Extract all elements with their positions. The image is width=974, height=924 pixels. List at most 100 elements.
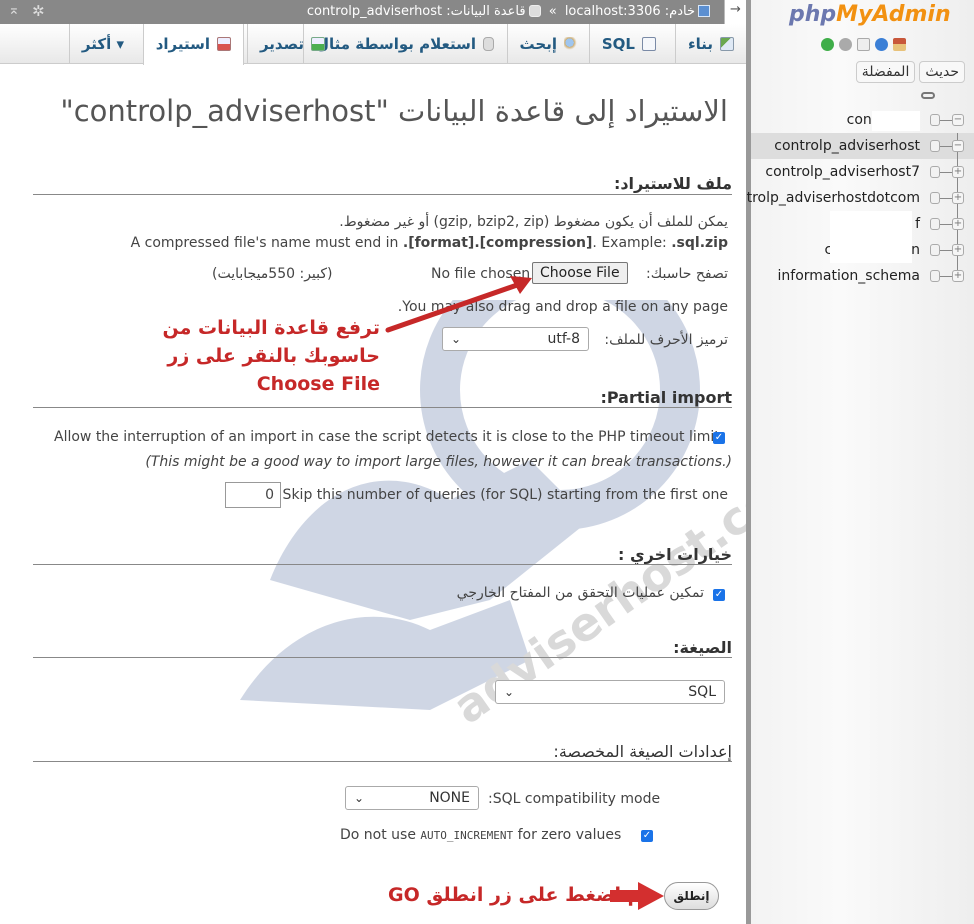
auto-increment-code: AUTO_INCREMENT bbox=[420, 829, 514, 842]
tree-item-database[interactable]: controlp_gh n + bbox=[751, 237, 974, 263]
annotation-arrow-head bbox=[638, 882, 664, 910]
tree-item-database[interactable]: controlp_adviserhost − bbox=[751, 133, 974, 159]
expand-icon[interactable]: + bbox=[952, 270, 964, 282]
tab-more[interactable]: ▾ أكثر bbox=[68, 24, 136, 64]
tab-import[interactable]: استيراد bbox=[142, 24, 244, 65]
tab-structure[interactable]: بناء bbox=[674, 24, 746, 64]
auto-increment-text: for zero values bbox=[513, 827, 622, 843]
sidebar-buttons: حديث المفضلة bbox=[855, 61, 965, 83]
annotation-arrow-line bbox=[385, 281, 523, 333]
tree-item-database[interactable]: controlp_adviserhost7 + bbox=[751, 159, 974, 185]
database-icon bbox=[528, 5, 541, 17]
auto-increment-label: Do not use AUTO_INCREMENT for zero value… bbox=[340, 827, 621, 843]
divider bbox=[33, 407, 732, 408]
documentation-icon[interactable] bbox=[857, 38, 870, 51]
choose-file-button[interactable]: Choose File bbox=[532, 262, 628, 284]
main-panel: ⌅ ✲ خادم: localhost:3306 » قاعدة البيانا… bbox=[0, 0, 746, 924]
tree-item-database[interactable]: information_schema + bbox=[751, 263, 974, 289]
filename-note-format: .[format].[compression] bbox=[402, 235, 593, 251]
structure-icon bbox=[720, 37, 734, 51]
tree-connector bbox=[940, 198, 952, 199]
tab-label: ▾ أكثر bbox=[81, 35, 124, 53]
filename-note-text: . Example: bbox=[592, 235, 672, 251]
go-button[interactable]: إنطلق bbox=[664, 882, 719, 910]
link-icon[interactable] bbox=[921, 92, 935, 99]
database-name[interactable]: controlp_adviserhost bbox=[774, 133, 920, 159]
collapse-icon[interactable]: − bbox=[952, 140, 964, 152]
help-icon[interactable] bbox=[875, 38, 888, 51]
compress-note: يمكن للملف أن يكون مضغوط (gzip, bzip2, z… bbox=[339, 214, 728, 230]
filename-note-example: .sql.zip bbox=[671, 235, 728, 251]
tree-connector bbox=[940, 276, 952, 277]
annotation-choose-file: ترفع قاعدة البيانات من حاسوبك بالنقر على… bbox=[163, 314, 380, 398]
import-icon bbox=[217, 37, 231, 51]
redacted-area bbox=[830, 237, 912, 263]
charset-value: utf-8 bbox=[547, 331, 580, 347]
tab-export[interactable]: تصدير bbox=[246, 24, 337, 64]
collapse-icon[interactable]: − bbox=[952, 114, 964, 126]
phpmyadmin-logo[interactable]: phpMyAdmin bbox=[789, 2, 951, 27]
compat-mode-select[interactable]: NONE ⌄ bbox=[345, 786, 479, 810]
expand-icon[interactable]: + bbox=[952, 166, 964, 178]
expand-icon[interactable]: + bbox=[952, 192, 964, 204]
filename-note: A compressed file's name must end in .[f… bbox=[131, 235, 728, 251]
home-icon[interactable] bbox=[893, 38, 906, 51]
logo-myadmin: MyAdmin bbox=[836, 2, 951, 27]
skip-queries-input[interactable]: 0 bbox=[225, 482, 281, 508]
recent-button[interactable]: حديث bbox=[919, 61, 965, 83]
tree-item-database[interactable]: controlp_4 − bbox=[751, 107, 974, 133]
favorites-button[interactable]: المفضلة bbox=[855, 61, 916, 83]
database-tree: controlp_4 − controlp_adviserhost − cont… bbox=[747, 107, 974, 289]
gear-icon[interactable]: ✲ bbox=[32, 2, 45, 20]
tab-sql[interactable]: SQL bbox=[588, 24, 668, 64]
tab-search[interactable]: إبحث bbox=[506, 24, 590, 64]
database-name[interactable]: trolp_adviserhostdotcom bbox=[747, 185, 920, 211]
other-options-title: خيارات اخري : bbox=[617, 545, 732, 564]
compat-mode-label: :SQL compatibility mode bbox=[488, 791, 661, 807]
refresh-icon[interactable] bbox=[821, 38, 834, 51]
tree-item-database[interactable]: trolp_adviserhostdotcom + bbox=[747, 185, 974, 211]
divider bbox=[33, 657, 732, 658]
tree-connector bbox=[940, 250, 952, 251]
tab-label: إبحث bbox=[519, 35, 557, 53]
breadcrumb-server[interactable]: خادم: localhost:3306 bbox=[565, 4, 695, 19]
annotation-arrow-line bbox=[610, 890, 642, 902]
format-title: الصيغة: bbox=[673, 638, 732, 657]
fk-checks-label: تمكين عمليات التحقق من المفتاح الخارجي bbox=[456, 585, 704, 601]
search-icon bbox=[564, 37, 578, 51]
breadcrumb-database[interactable]: قاعدة البيانات: controlp_adviserhost bbox=[307, 4, 526, 19]
expand-icon[interactable]: + bbox=[952, 244, 964, 256]
redacted-area bbox=[872, 111, 920, 131]
fk-checks-checkbox[interactable]: ✓ bbox=[713, 589, 725, 601]
database-name[interactable]: information_schema bbox=[778, 263, 921, 289]
charset-label: ترميز الأحرف للملف: bbox=[604, 332, 728, 348]
quick-icons bbox=[821, 38, 906, 51]
tab-bar: بناء SQL إبحث استعلام بواسطة مثال تصدير … bbox=[0, 24, 746, 65]
redacted-area bbox=[830, 211, 912, 237]
tree-connector bbox=[940, 224, 952, 225]
query-icon bbox=[483, 37, 494, 51]
format-value: SQL bbox=[688, 684, 716, 700]
allow-interrupt-checkbox[interactable]: ✓ bbox=[713, 432, 725, 444]
partial-import-title: :Partial import bbox=[600, 388, 732, 407]
interrupt-hint: (This might be a good way to import larg… bbox=[145, 454, 732, 470]
tree-item-database[interactable]: controlp_ f + bbox=[751, 211, 974, 237]
tab-label: بناء bbox=[687, 35, 713, 53]
divider bbox=[33, 761, 732, 762]
collapse-icon[interactable]: ⌅ bbox=[8, 2, 20, 18]
tree-connector bbox=[940, 172, 952, 173]
settings-icon[interactable] bbox=[839, 38, 852, 51]
format-select[interactable]: SQL ⌄ bbox=[495, 680, 725, 704]
expand-icon[interactable]: + bbox=[952, 218, 964, 230]
auto-increment-checkbox[interactable]: ✓ bbox=[641, 830, 653, 842]
max-size-note: (كبير: 550ميجابايت) bbox=[212, 266, 333, 282]
database-name[interactable]: controlp_adviserhost7 bbox=[765, 159, 920, 185]
annotation-arrow bbox=[385, 276, 532, 333]
browse-label: تصفح حاسبك: bbox=[646, 266, 728, 282]
annotation-line: ترفع قاعدة البيانات من bbox=[162, 317, 380, 339]
page-title: الاستيراد إلى قاعدة البيانات "controlp_a… bbox=[60, 94, 728, 128]
tree-connector bbox=[940, 120, 952, 121]
compat-mode-value: NONE bbox=[429, 790, 470, 806]
arrow-right-icon[interactable]: → bbox=[724, 0, 746, 24]
divider bbox=[33, 564, 732, 565]
